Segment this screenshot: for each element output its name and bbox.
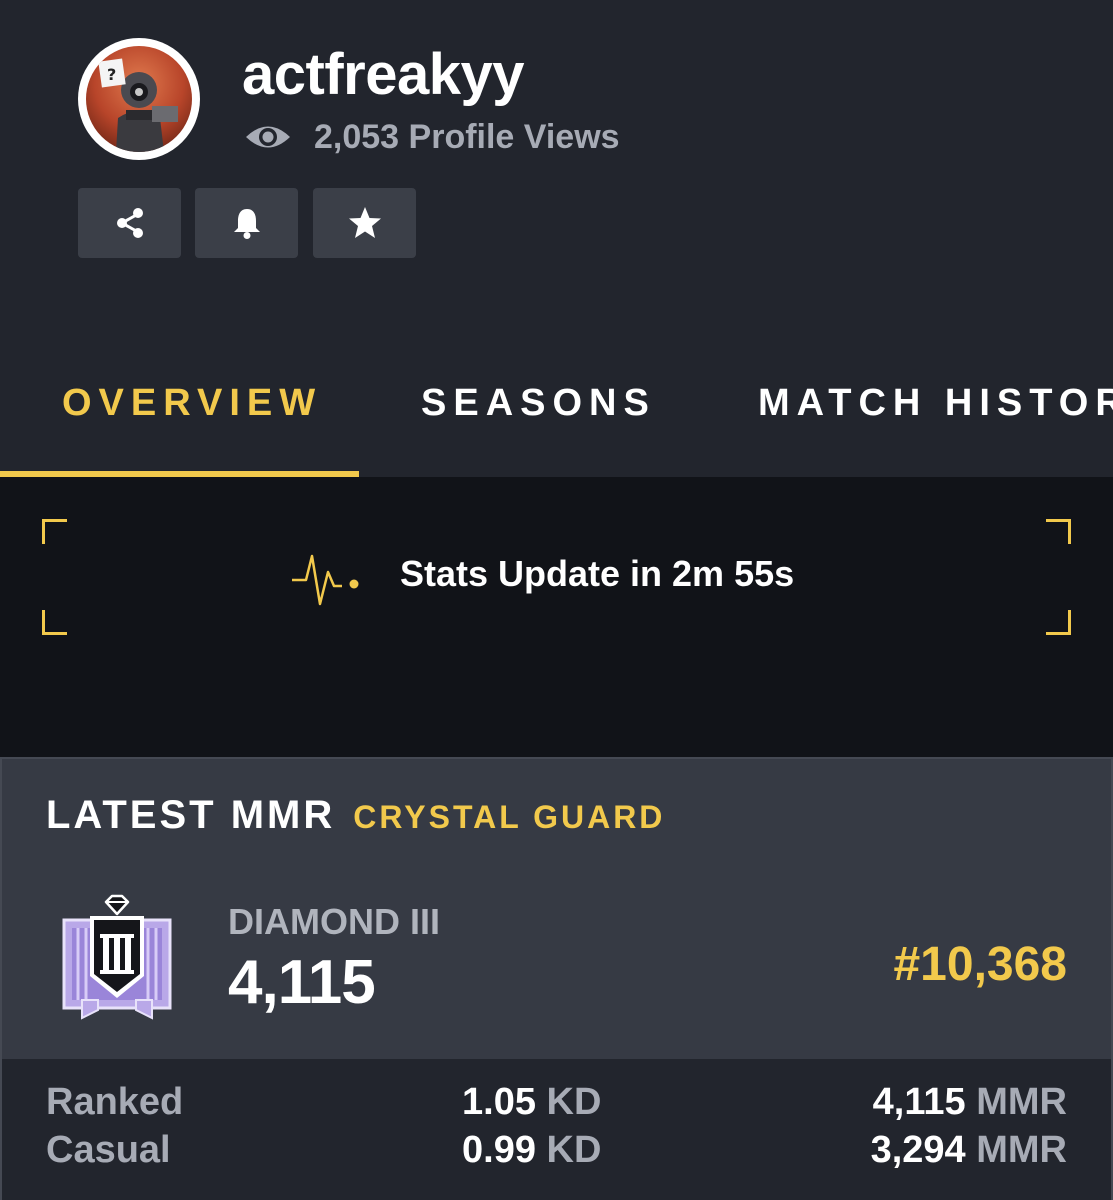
notify-button[interactable] [195, 188, 298, 258]
favorite-button[interactable] [313, 188, 416, 258]
season-name: CRYSTAL GUARD [353, 799, 666, 835]
corner-bracket [1046, 610, 1071, 635]
share-button[interactable] [78, 188, 181, 258]
star-icon [348, 207, 381, 238]
bell-icon [233, 209, 260, 239]
leaderboard-position: #10,368 [893, 938, 1067, 991]
corner-bracket [1046, 519, 1071, 544]
stats-row-casual: Casual 0.99 KD 3,294 MMR [2, 1129, 1111, 1179]
kd-value: 1.05 KD [462, 1081, 602, 1123]
username: actfreakyy [242, 42, 525, 107]
tab-match-history[interactable]: MATCH HISTORY [758, 382, 1113, 425]
stats-update-panel: Stats Update in 2m 55s [0, 477, 1113, 757]
latest-mmr-card: LATEST MMR CRYSTAL GUARD DIAMOND III 4,1… [0, 757, 1113, 1200]
diamond-rank-icon [62, 894, 172, 1020]
profile-views-text: 2,053 Profile Views [314, 117, 620, 156]
stats-update-text: Stats Update in 2m 55s [400, 553, 795, 594]
stats-update-row: Stats Update in 2m 55s [292, 539, 794, 609]
corner-bracket [42, 519, 67, 544]
profile-page: ? actfreakyy 2,053 Profile Views OVERVIE… [0, 0, 1113, 1200]
avatar[interactable]: ? [78, 38, 200, 160]
tab-overview[interactable]: OVERVIEW [62, 382, 322, 425]
avatar-image: ? [86, 46, 192, 152]
mmr-value: 3,294 MMR [870, 1129, 1067, 1171]
eye-icon [246, 126, 290, 148]
stats-row-ranked: Ranked 1.05 KD 4,115 MMR [2, 1081, 1111, 1131]
rank-name: DIAMOND III [228, 901, 440, 942]
stats-row-label: Ranked [46, 1081, 184, 1123]
tab-seasons[interactable]: SEASONS [421, 382, 656, 425]
profile-tabs: OVERVIEW SEASONS MATCH HISTORY [0, 340, 1113, 477]
stats-row-label: Casual [46, 1129, 171, 1171]
mmr-title: LATEST MMR [46, 793, 336, 837]
mmr-card-title: LATEST MMR CRYSTAL GUARD [46, 793, 665, 838]
corner-bracket [42, 610, 67, 635]
svg-text:?: ? [107, 65, 116, 84]
pulse-icon [292, 554, 359, 606]
mmr-value: 4,115 MMR [872, 1081, 1067, 1123]
share-icon [116, 208, 143, 238]
profile-views: 2,053 Profile Views [244, 112, 620, 162]
kd-mmr-summary: Ranked 1.05 KD 4,115 MMR Casual 0.99 KD … [2, 1059, 1111, 1200]
kd-value: 0.99 KD [462, 1129, 602, 1171]
rank-mmr-value: 4,115 [228, 948, 376, 1017]
